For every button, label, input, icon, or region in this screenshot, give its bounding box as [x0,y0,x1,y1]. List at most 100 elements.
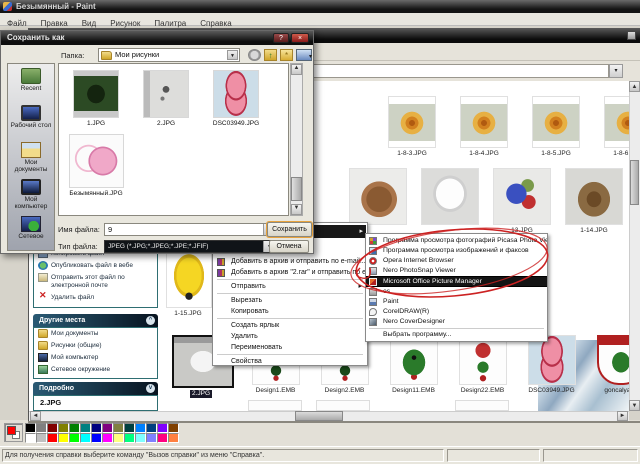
open-with-program-item[interactable]: Nero PhotoSnap Viewer [366,266,547,276]
scroll-down-icon[interactable]: ▼ [629,400,640,411]
context-menu-item[interactable]: Копировать [214,306,366,317]
folder-combobox[interactable]: Мои рисунки ▼ [98,48,240,62]
address-bar-dropdown-icon[interactable]: ▾ [609,64,623,78]
dialog-sidebar-item[interactable]: Сетевое [8,212,54,249]
open-with-program-item[interactable]: Nero CoverDesigner [366,317,547,327]
thumbnail[interactable]: Design22.EMB [448,335,517,395]
scroll-up-icon[interactable]: ▲ [291,64,302,75]
open-with-program-item[interactable]: CorelDRAW(R) [366,307,547,317]
cancel-button[interactable]: Отмена [269,240,309,253]
dialog-sidebar-item[interactable]: Рабочий стол [8,101,54,138]
dialog-file-thumbnail[interactable]: 1.JPG [61,70,131,128]
palette-color[interactable] [69,423,80,433]
combo-dropdown-icon[interactable]: ▼ [227,50,238,60]
task-pane-item[interactable]: Сетевое окружение [34,364,157,376]
thumbnail[interactable]: 1-8-3.JPG [376,96,448,158]
open-with-program-item[interactable]: Paint [366,297,547,307]
save-button[interactable]: Сохранить [267,222,312,237]
dialog-sidebar-item[interactable]: Мои документы [8,138,54,175]
palette-color[interactable] [69,433,80,443]
palette-color[interactable] [47,423,58,433]
palette-color[interactable] [80,433,91,443]
palette-color[interactable] [146,423,157,433]
scroll-right-icon[interactable]: ► [617,411,628,421]
dialog-help-button[interactable]: ? [273,33,289,43]
dialog-scrollbar[interactable]: ▲ ▼ [290,63,303,216]
context-menu-item[interactable]: Отправить [214,281,366,292]
context-menu-item[interactable]: Удалить [214,331,366,342]
thumbnail[interactable]: 1-14.JPG [558,168,629,235]
palette-color[interactable] [36,433,47,443]
palette-color[interactable] [58,433,69,443]
thumbnail[interactable]: DSC03949.JPG [517,335,586,395]
dialog-sidebar-item[interactable]: Мой компьютер [8,175,54,212]
scroll-down-icon[interactable]: ▼ [291,204,302,215]
task-pane-header-details[interactable]: Подробно v [33,382,158,395]
palette-color[interactable] [102,433,113,443]
palette-color[interactable] [168,433,179,443]
task-pane-header-places[interactable]: Другие места ^ [33,314,158,327]
palette-color[interactable] [113,423,124,433]
filename-input[interactable]: 9 ▼ [104,223,276,236]
palette-color[interactable] [91,423,102,433]
horizontal-scroll-thumb[interactable] [295,411,343,421]
palette-color[interactable] [168,423,179,433]
palette-color[interactable] [135,433,146,443]
task-pane-item[interactable]: Удалить файл [34,291,157,304]
task-pane-item[interactable]: Отправить этот файл по электронной почте [34,272,157,292]
context-menu-item[interactable]: Добавить в архив и отправить по e-mail..… [214,256,366,267]
open-with-program-item[interactable]: Opera Internet Browser [366,256,547,266]
open-with-program-item[interactable]: es [366,287,547,297]
thumbnail[interactable]: 13.JPG [486,168,558,235]
context-menu-item[interactable]: Вырезать [214,295,366,306]
context-menu-item[interactable]: Добавить в архив "2.rar" и отправить по … [214,267,366,278]
context-menu-item[interactable]: Переименовать [214,342,366,353]
palette-color[interactable] [102,423,113,433]
task-pane-item[interactable]: Рисунки (общие) [34,340,157,352]
palette-color[interactable] [58,423,69,433]
thumbnail[interactable]: 1-8-4.JPG [448,96,520,158]
dialog-file-thumbnail[interactable]: 2.JPG [131,70,201,128]
vertical-scrollbar[interactable] [629,81,640,411]
vertical-scroll-thumb[interactable] [630,160,639,205]
palette-color[interactable] [25,433,36,443]
palette-color[interactable] [157,423,168,433]
palette-color[interactable] [124,423,135,433]
palette-color[interactable] [157,433,168,443]
new-folder-icon[interactable]: * [280,49,293,61]
context-menu-item[interactable]: Создать ярлык [214,320,366,331]
thumbnail[interactable]: Design11.EMB [379,335,448,395]
filetype-combobox[interactable]: JPEG (*.JPG;*.JPEG;*.JPE;*.JFIF) ▼ [104,240,276,253]
palette-color[interactable] [80,423,91,433]
task-pane-item[interactable]: Опубликовать файл в вебе [34,260,157,272]
thumbnail[interactable]: goncalya.E [586,335,630,395]
explorer-titlebar-button[interactable] [627,31,636,40]
dialog-scroll-thumb[interactable] [291,177,302,201]
thumbnail-bell[interactable] [166,252,212,308]
palette-color[interactable] [47,433,58,443]
views-icon[interactable] [296,49,312,63]
palette-color[interactable] [146,433,157,443]
palette-color[interactable] [124,433,135,443]
dialog-file-thumbnail[interactable]: Безымянный.JPG [61,134,131,198]
palette-color[interactable] [91,433,102,443]
open-with-program-item[interactable]: Выбрать программу... [366,330,547,340]
thumbnail[interactable]: 1-8-5.JPG [520,96,592,158]
open-with-program-item[interactable]: Программа просмотра изображений и факсов [366,246,547,256]
dialog-sidebar-item[interactable]: Recent [8,64,54,101]
back-icon[interactable] [248,49,261,61]
task-pane-item[interactable]: Мой компьютер [34,352,157,364]
palette-color[interactable] [36,423,47,433]
dialog-close-button[interactable]: × [291,33,309,43]
open-with-program-item[interactable]: Microsoft Office Picture Manager [366,276,547,287]
up-folder-icon[interactable]: ↑ [264,49,277,61]
scroll-up-icon[interactable]: ▲ [629,81,640,92]
thumbnail[interactable]: 1-8-6.JPG [592,96,629,158]
scroll-left-icon[interactable]: ◄ [30,411,41,421]
open-with-program-item[interactable]: Программа просмотра фотографий Picasa Ph… [366,236,547,246]
palette-color[interactable] [113,433,124,443]
context-menu-item[interactable]: Свойства [214,356,366,367]
thumbnail[interactable] [414,168,486,235]
task-pane-item[interactable]: Мои документы [34,328,157,340]
palette-color[interactable] [25,423,36,433]
